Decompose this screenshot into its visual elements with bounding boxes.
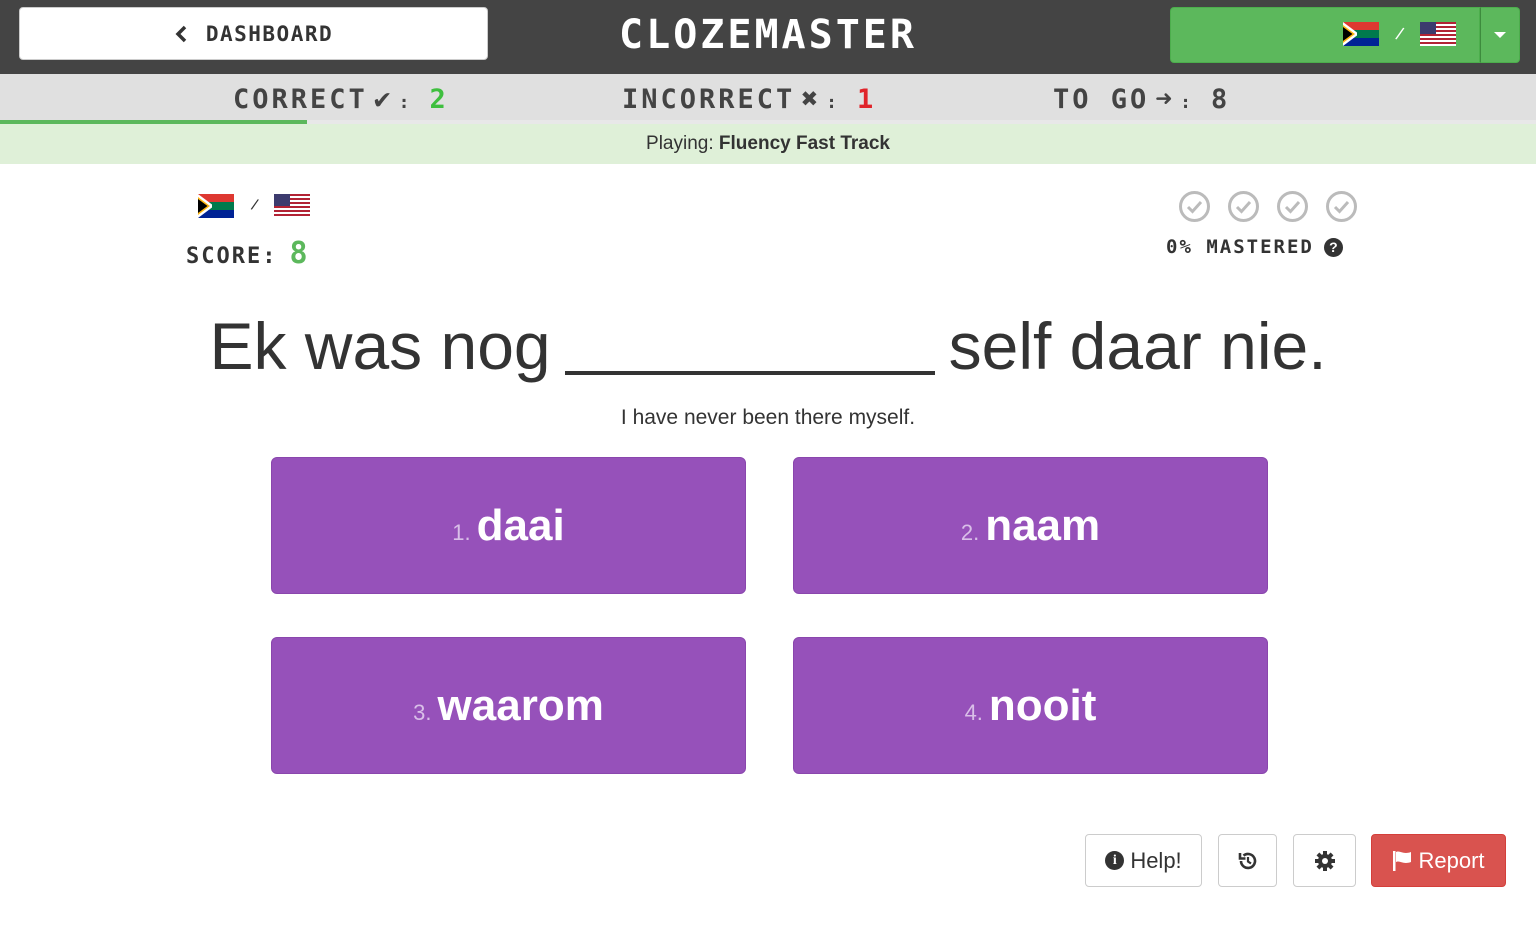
choice-number: 4. xyxy=(964,699,983,725)
language-pair-button[interactable]: / xyxy=(1170,7,1480,63)
score-label: SCORE: xyxy=(186,244,278,269)
playing-mode: Fluency Fast Track xyxy=(718,133,890,154)
togo-label: TO GO xyxy=(1053,84,1150,115)
score-value: 8 xyxy=(289,236,310,271)
choice-number: 1. xyxy=(452,519,471,545)
togo-count: 8 xyxy=(1210,84,1230,115)
choice-word: naam xyxy=(985,500,1101,550)
choice-button-4[interactable]: 4. nooit xyxy=(793,637,1268,774)
choice-button-3[interactable]: 3. waarom xyxy=(271,637,746,774)
report-label: Report xyxy=(1418,847,1485,873)
choice-number: 2. xyxy=(960,519,980,545)
language-dropdown-toggle[interactable] xyxy=(1480,7,1520,63)
history-icon xyxy=(1238,852,1256,869)
language-pair-indicator: / xyxy=(198,193,311,219)
playing-banner: Playing: Fluency Fast Track xyxy=(0,124,1536,164)
answer-blank xyxy=(564,313,935,375)
togo-stat: TO GO ➜ : 8 xyxy=(1053,82,1230,115)
chevron-left-icon xyxy=(175,25,187,42)
undo-button[interactable] xyxy=(1218,834,1277,887)
top-navbar: DASHBOARD CLOZEMASTER / xyxy=(0,0,1536,74)
info-circle-icon: i xyxy=(1105,851,1125,870)
usa-flag-icon xyxy=(274,194,311,218)
south-africa-flag-icon xyxy=(1343,22,1379,46)
choice-number: 3. xyxy=(413,699,432,725)
usa-flag-icon xyxy=(1420,22,1457,46)
x-icon: ✖ xyxy=(801,82,821,115)
dashboard-button[interactable]: DASHBOARD xyxy=(19,7,488,60)
correct-stat: CORRECT ✔ : 2 xyxy=(233,82,448,115)
correct-label: CORRECT xyxy=(233,84,368,115)
dashboard-label: DASHBOARD xyxy=(205,21,334,46)
choice-word: nooit xyxy=(988,680,1097,730)
gear-icon xyxy=(1314,850,1335,871)
choice-button-1[interactable]: 1. daai xyxy=(271,457,746,594)
caret-down-icon xyxy=(1494,32,1506,38)
mastered-status: 0% MASTERED ? xyxy=(1166,236,1343,258)
flag-icon xyxy=(1393,850,1412,871)
correct-count: 2 xyxy=(429,84,448,115)
sentence-before: Ek was nog xyxy=(209,309,551,383)
incorrect-count: 1 xyxy=(857,84,876,115)
playing-prefix: Playing: xyxy=(646,133,714,154)
mastery-check-circle-icon xyxy=(1179,191,1210,222)
mastery-check-circle-icon xyxy=(1277,191,1308,222)
arrow-right-icon: ➜ xyxy=(1155,82,1175,115)
settings-button[interactable] xyxy=(1293,834,1356,887)
score-display: SCORE: 8 xyxy=(186,236,310,271)
choice-word: waarom xyxy=(437,680,604,730)
help-button[interactable]: i Help! xyxy=(1085,834,1202,887)
mastery-indicator xyxy=(1178,190,1358,223)
sentence-after: self daar nie. xyxy=(948,309,1327,383)
mastered-label: 0% MASTERED xyxy=(1166,236,1314,258)
choice-word: daai xyxy=(476,500,565,550)
cloze-sentence: Ek was nog self daar nie. xyxy=(0,308,1536,384)
question-circle-icon[interactable]: ? xyxy=(1323,237,1343,257)
translation-text: I have never been there myself. xyxy=(620,406,916,429)
help-label: Help! xyxy=(1130,847,1182,873)
check-icon: ✔ xyxy=(373,82,393,115)
slash-separator: / xyxy=(1393,23,1406,44)
choice-button-2[interactable]: 2. naam xyxy=(793,457,1268,594)
incorrect-label: INCORRECT xyxy=(622,84,796,115)
south-africa-flag-icon xyxy=(198,194,234,218)
mastery-check-circle-icon xyxy=(1228,191,1259,222)
stats-bar: CORRECT ✔ : 2 INCORRECT ✖ : 1 TO GO ➜ : … xyxy=(0,74,1536,120)
mastery-check-circle-icon xyxy=(1326,191,1357,222)
report-button[interactable]: Report xyxy=(1371,834,1506,887)
incorrect-stat: INCORRECT ✖ : 1 xyxy=(622,82,876,115)
